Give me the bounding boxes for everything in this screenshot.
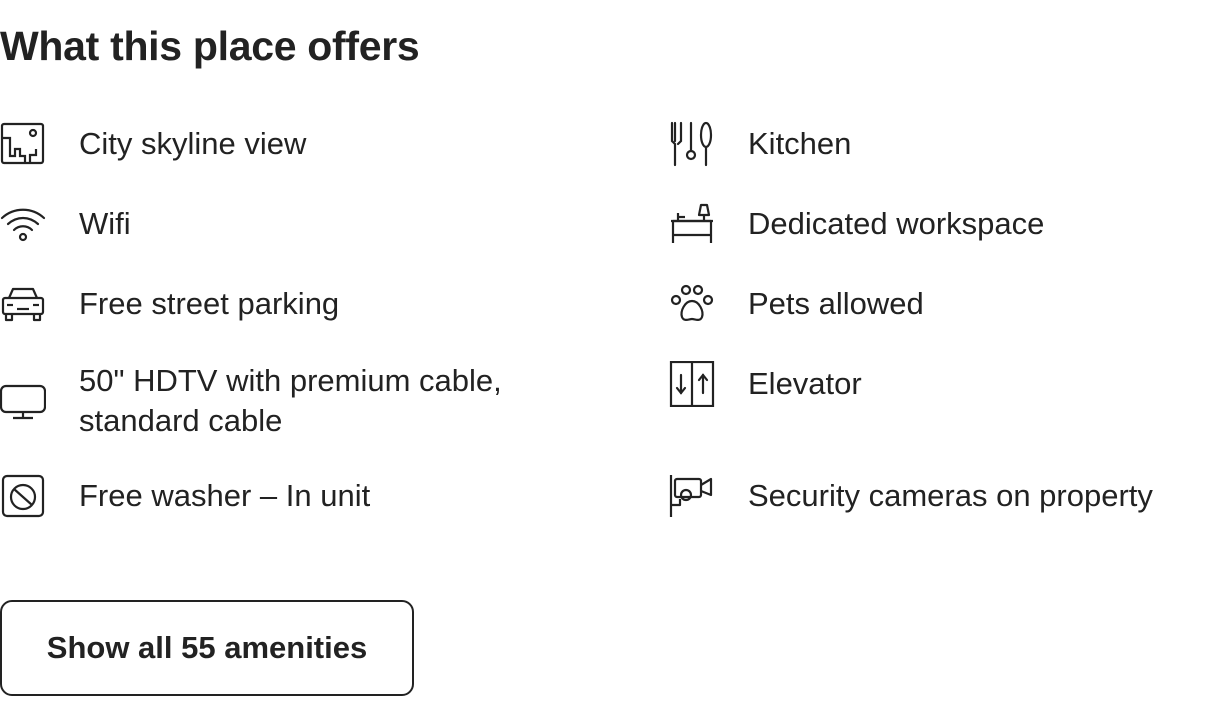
- amenity-label: Pets allowed: [748, 286, 924, 321]
- elevator-icon: [669, 361, 715, 407]
- city-skyline-icon: [0, 121, 46, 167]
- wifi-icon: [0, 201, 46, 247]
- amenity-security-cameras: Security cameras on property: [669, 473, 1219, 519]
- amenity-label: City skyline view: [79, 126, 307, 161]
- washer-icon: [0, 473, 46, 519]
- tv-icon: [0, 378, 46, 424]
- amenity-label: Free street parking: [79, 286, 340, 321]
- amenity-wifi: Wifi: [0, 201, 560, 247]
- amenity-label: Security cameras on property: [748, 478, 1153, 513]
- security-camera-icon: [669, 473, 715, 519]
- section-title: What this place offers: [0, 23, 420, 69]
- amenity-dedicated-workspace: Dedicated workspace: [669, 201, 1219, 247]
- amenity-label: Elevator: [748, 366, 862, 401]
- amenity-free-washer: Free washer – In unit: [0, 473, 560, 519]
- amenity-label: 50" HDTV with premium cable, standard ca…: [79, 363, 502, 438]
- amenity-label: Free washer – In unit: [79, 478, 371, 513]
- amenity-hdtv: 50" HDTV with premium cable, standard ca…: [0, 361, 560, 441]
- amenity-label: Kitchen: [748, 126, 852, 161]
- show-all-amenities-button[interactable]: Show all 55 amenities: [0, 600, 414, 696]
- amenity-free-street-parking: Free street parking: [0, 281, 560, 327]
- amenity-kitchen: Kitchen: [669, 121, 1219, 167]
- amenity-pets-allowed: Pets allowed: [669, 281, 1219, 327]
- amenity-city-skyline-view: City skyline view: [0, 121, 560, 167]
- utensils-icon: [669, 121, 715, 167]
- amenity-elevator: Elevator: [669, 361, 1219, 407]
- paw-icon: [669, 281, 715, 327]
- amenity-label: Dedicated workspace: [748, 206, 1045, 241]
- car-icon: [0, 281, 46, 327]
- amenity-label: Wifi: [79, 206, 131, 241]
- desk-icon: [669, 201, 715, 247]
